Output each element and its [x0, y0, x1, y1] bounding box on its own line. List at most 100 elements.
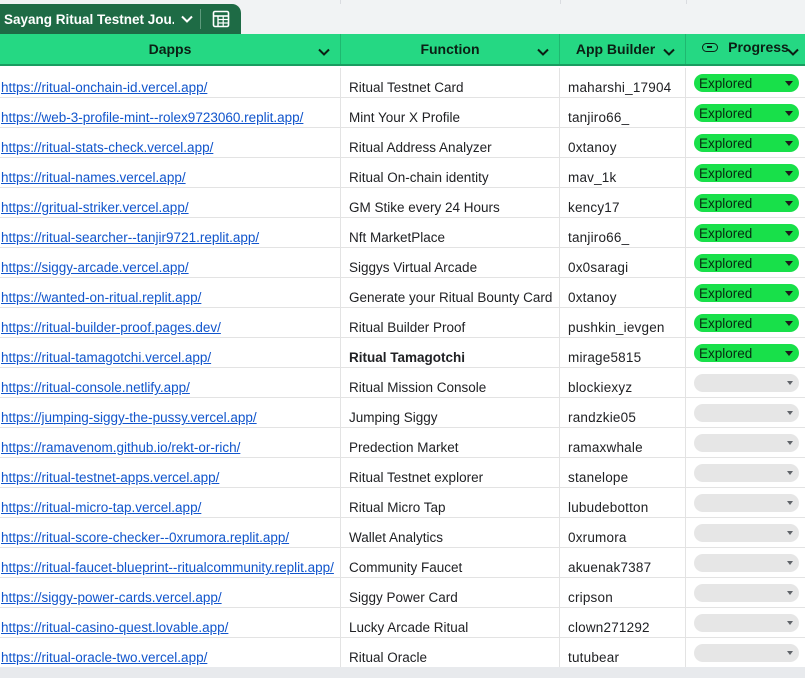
- progress-cell[interactable]: Explored: [686, 188, 805, 218]
- dapp-link[interactable]: https://wanted-on-ritual.replit.app/: [1, 290, 201, 305]
- builder-cell[interactable]: pushkin_ievgen: [560, 308, 686, 338]
- function-cell[interactable]: Generate your Ritual Bounty Card: [341, 278, 560, 308]
- header-function[interactable]: Function: [341, 34, 560, 64]
- progress-cell[interactable]: Explored: [686, 338, 805, 368]
- progress-dropdown[interactable]: [694, 614, 799, 632]
- builder-cell[interactable]: tanjiro66_: [560, 98, 686, 128]
- progress-cell[interactable]: [686, 428, 805, 458]
- function-cell[interactable]: Ritual Tamagotchi: [341, 338, 560, 368]
- function-cell[interactable]: Siggy Power Card: [341, 578, 560, 608]
- sheet-tab[interactable]: Sayang Ritual Testnet Jou...: [0, 4, 241, 34]
- builder-cell[interactable]: maharshi_17904: [560, 68, 686, 98]
- progress-cell[interactable]: Explored: [686, 278, 805, 308]
- spreadsheet-icon[interactable]: [201, 4, 241, 34]
- progress-cell[interactable]: [686, 488, 805, 518]
- dropdown-triangle-icon[interactable]: [787, 531, 793, 535]
- dapp-link[interactable]: https://ritual-faucet-blueprint--ritualc…: [1, 560, 334, 575]
- dapp-link-cell[interactable]: https://ritual-faucet-blueprint--ritualc…: [0, 548, 341, 578]
- progress-dropdown[interactable]: [694, 404, 799, 422]
- progress-dropdown[interactable]: Explored: [694, 254, 799, 272]
- dapp-link[interactable]: https://ritual-micro-tap.vercel.app/: [1, 500, 201, 515]
- function-cell[interactable]: Ritual Testnet explorer: [341, 458, 560, 488]
- progress-dropdown[interactable]: Explored: [694, 74, 799, 92]
- function-cell[interactable]: Ritual Testnet Card: [341, 68, 560, 98]
- progress-cell[interactable]: Explored: [686, 98, 805, 128]
- dapp-link[interactable]: https://siggy-arcade.vercel.app/: [1, 260, 189, 275]
- function-cell[interactable]: Ritual Micro Tap: [341, 488, 560, 518]
- dropdown-triangle-icon[interactable]: [785, 140, 793, 146]
- builder-cell[interactable]: 0xtanoy: [560, 278, 686, 308]
- dapp-link-cell[interactable]: https://ritual-micro-tap.vercel.app/: [0, 488, 341, 518]
- function-cell[interactable]: Ritual Mission Console: [341, 368, 560, 398]
- function-cell[interactable]: Community Faucet: [341, 548, 560, 578]
- function-cell[interactable]: Ritual On-chain identity: [341, 158, 560, 188]
- progress-cell[interactable]: Explored: [686, 308, 805, 338]
- dapp-link[interactable]: https://ritual-names.vercel.app/: [1, 170, 186, 185]
- dropdown-triangle-icon[interactable]: [787, 441, 793, 445]
- dapp-link[interactable]: https://ritual-oracle-two.vercel.app/: [1, 650, 207, 665]
- dapp-link-cell[interactable]: https://ritual-onchain-id.vercel.app/: [0, 68, 341, 98]
- dropdown-triangle-icon[interactable]: [785, 200, 793, 206]
- dapp-link-cell[interactable]: https://siggy-power-cards.vercel.app/: [0, 578, 341, 608]
- chevron-down-icon[interactable]: [663, 43, 675, 59]
- progress-cell[interactable]: [686, 518, 805, 548]
- builder-cell[interactable]: blockiexyz: [560, 368, 686, 398]
- builder-cell[interactable]: kency17: [560, 188, 686, 218]
- dapp-link-cell[interactable]: https://wanted-on-ritual.replit.app/: [0, 278, 341, 308]
- dropdown-triangle-icon[interactable]: [785, 350, 793, 356]
- dapp-link[interactable]: https://ramavenom.github.io/rekt-or-rich…: [1, 440, 240, 455]
- dapp-link[interactable]: https://ritual-score-checker--0xrumora.r…: [1, 530, 289, 545]
- dropdown-triangle-icon[interactable]: [785, 230, 793, 236]
- function-cell[interactable]: Wallet Analytics: [341, 518, 560, 548]
- dapp-link[interactable]: https://web-3-profile-mint--rolex9723060…: [1, 110, 303, 125]
- dapp-link-cell[interactable]: https://ritual-oracle-two.vercel.app/: [0, 638, 341, 668]
- progress-cell[interactable]: [686, 398, 805, 428]
- horizontal-scrollbar[interactable]: [0, 667, 805, 678]
- dapp-link[interactable]: https://ritual-onchain-id.vercel.app/: [1, 80, 207, 95]
- dapp-link-cell[interactable]: https://ritual-testnet-apps.vercel.app/: [0, 458, 341, 488]
- builder-cell[interactable]: tanjiro66_: [560, 218, 686, 248]
- progress-cell[interactable]: [686, 368, 805, 398]
- builder-cell[interactable]: mav_1k: [560, 158, 686, 188]
- header-app-builder[interactable]: App Builder: [560, 34, 686, 64]
- dapp-link-cell[interactable]: https://ritual-score-checker--0xrumora.r…: [0, 518, 341, 548]
- builder-cell[interactable]: 0xrumora: [560, 518, 686, 548]
- dapp-link-cell[interactable]: https://ritual-console.netlify.app/: [0, 368, 341, 398]
- progress-cell[interactable]: Explored: [686, 128, 805, 158]
- progress-dropdown[interactable]: Explored: [694, 134, 799, 152]
- builder-cell[interactable]: randzkie05: [560, 398, 686, 428]
- dapp-link-cell[interactable]: https://ritual-stats-check.vercel.app/: [0, 128, 341, 158]
- function-cell[interactable]: Nft MarketPlace: [341, 218, 560, 248]
- builder-cell[interactable]: clown271292: [560, 608, 686, 638]
- progress-dropdown[interactable]: [694, 584, 799, 602]
- dapp-link[interactable]: https://jumping-siggy-the-pussy.vercel.a…: [1, 410, 257, 425]
- progress-cell[interactable]: Explored: [686, 248, 805, 278]
- dropdown-triangle-icon[interactable]: [787, 651, 793, 655]
- progress-cell[interactable]: Explored: [686, 218, 805, 248]
- dropdown-triangle-icon[interactable]: [785, 80, 793, 86]
- dapp-link-cell[interactable]: https://ritual-builder-proof.pages.dev/: [0, 308, 341, 338]
- dapp-link-cell[interactable]: https://ritual-tamagotchi.vercel.app/: [0, 338, 341, 368]
- dropdown-triangle-icon[interactable]: [787, 471, 793, 475]
- dropdown-triangle-icon[interactable]: [787, 381, 793, 385]
- progress-cell[interactable]: [686, 638, 805, 668]
- dapp-link[interactable]: https://ritual-testnet-apps.vercel.app/: [1, 470, 219, 485]
- builder-cell[interactable]: mirage5815: [560, 338, 686, 368]
- progress-dropdown[interactable]: Explored: [694, 164, 799, 182]
- dapp-link[interactable]: https://ritual-casino-quest.lovable.app/: [1, 620, 228, 635]
- builder-cell[interactable]: lubudebotton: [560, 488, 686, 518]
- builder-cell[interactable]: stanelope: [560, 458, 686, 488]
- progress-dropdown[interactable]: Explored: [694, 104, 799, 122]
- progress-dropdown[interactable]: Explored: [694, 194, 799, 212]
- dropdown-triangle-icon[interactable]: [785, 290, 793, 296]
- dapp-link[interactable]: https://ritual-stats-check.vercel.app/: [1, 140, 213, 155]
- dapp-link-cell[interactable]: https://siggy-arcade.vercel.app/: [0, 248, 341, 278]
- function-cell[interactable]: Ritual Oracle: [341, 638, 560, 668]
- dapp-link[interactable]: https://ritual-tamagotchi.vercel.app/: [1, 350, 211, 365]
- builder-cell[interactable]: tutubear: [560, 638, 686, 668]
- progress-cell[interactable]: Explored: [686, 158, 805, 188]
- progress-dropdown[interactable]: Explored: [694, 344, 799, 362]
- builder-cell[interactable]: 0xtanoy: [560, 128, 686, 158]
- progress-cell[interactable]: [686, 548, 805, 578]
- progress-dropdown[interactable]: [694, 524, 799, 542]
